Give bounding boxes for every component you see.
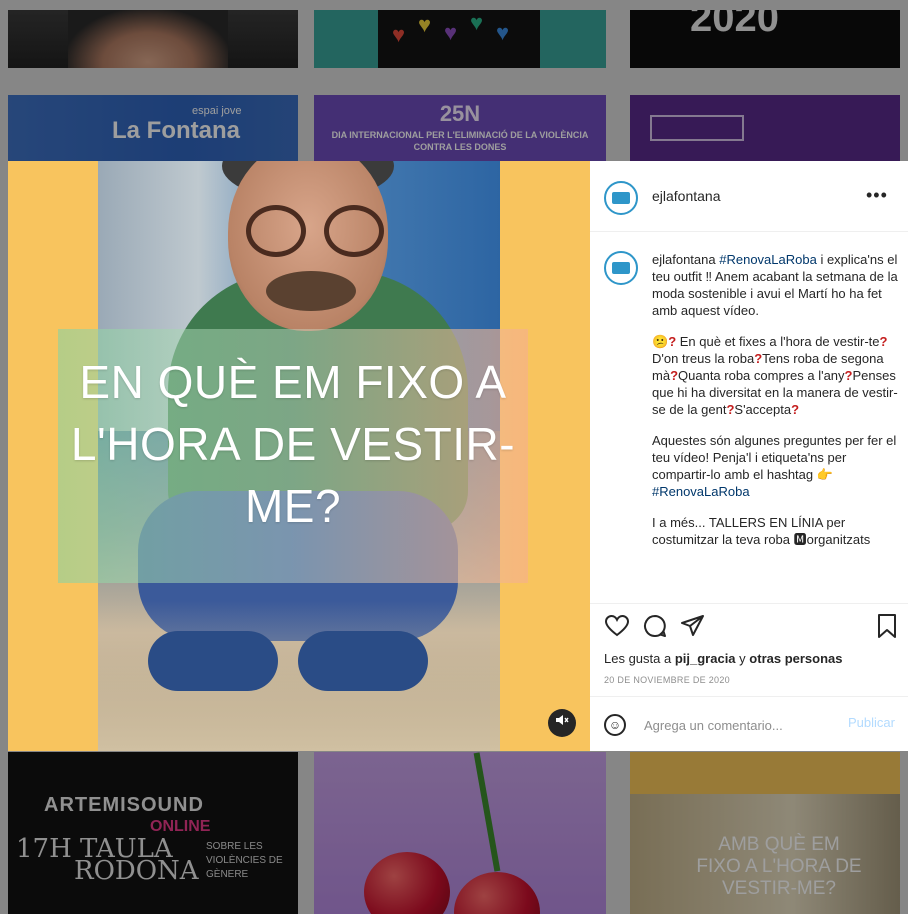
- bookmark-icon[interactable]: [874, 613, 900, 639]
- glasses-right: [324, 205, 384, 257]
- caption-paragraph-4: I a més... TALLERS EN LÍNIA per costumit…: [652, 515, 871, 547]
- more-options-button[interactable]: •••: [866, 185, 888, 206]
- heart-icon[interactable]: [604, 613, 630, 639]
- post-modal: EN QUÈ EM FIXO A L'HORA DE VESTIR-ME? ej…: [8, 161, 908, 751]
- likes-others-link[interactable]: otras personas: [749, 651, 842, 666]
- mute-icon: [556, 715, 569, 725]
- caption-avatar[interactable]: [604, 251, 638, 285]
- comment-icon[interactable]: [642, 613, 668, 639]
- divider: [590, 696, 908, 697]
- header-username[interactable]: ejlafontana: [652, 188, 721, 204]
- video-overlay-text: EN QUÈ EM FIXO A L'HORA DE VESTIR-ME?: [70, 356, 516, 532]
- divider: [590, 603, 908, 604]
- likes-user-link[interactable]: pij_gracia: [675, 651, 736, 666]
- action-bar: [604, 613, 900, 643]
- post-video[interactable]: EN QUÈ EM FIXO A L'HORA DE VESTIR-ME?: [8, 161, 590, 751]
- publish-button[interactable]: Publicar: [848, 715, 895, 730]
- slipper-left: [148, 631, 278, 691]
- caption: ejlafontana #RenovaLaRoba i explica'ns e…: [652, 251, 900, 595]
- smiley-icon[interactable]: ☺: [604, 714, 626, 736]
- likes-mid: y: [739, 651, 746, 666]
- caption-username[interactable]: ejlafontana: [652, 252, 716, 267]
- person-beard: [266, 271, 356, 311]
- likes-text: Les gusta a pij_gracia y otras personas: [604, 651, 843, 666]
- post-date[interactable]: 20 DE NOVIEMBRE DE 2020: [604, 675, 730, 685]
- mute-button[interactable]: [548, 709, 576, 737]
- comment-input[interactable]: [642, 709, 836, 741]
- post-sidebar: ejlafontana ••• ejlafontana #RenovaLaRob…: [590, 161, 908, 751]
- slipper-right: [298, 631, 428, 691]
- caption-paragraph-3: Aquestes són algunes preguntes per fer e…: [652, 433, 897, 499]
- likes-prefix: Les gusta a: [604, 651, 672, 666]
- glasses-left: [246, 205, 306, 257]
- divider: [590, 231, 908, 232]
- share-icon[interactable]: [680, 613, 706, 639]
- caption-paragraph-1: ejlafontana #RenovaLaRoba i explica'ns e…: [652, 251, 900, 319]
- avatar[interactable]: [604, 181, 638, 215]
- caption-paragraph-2: 😕? En què et fixes a l'hora de vestir-te…: [652, 334, 898, 417]
